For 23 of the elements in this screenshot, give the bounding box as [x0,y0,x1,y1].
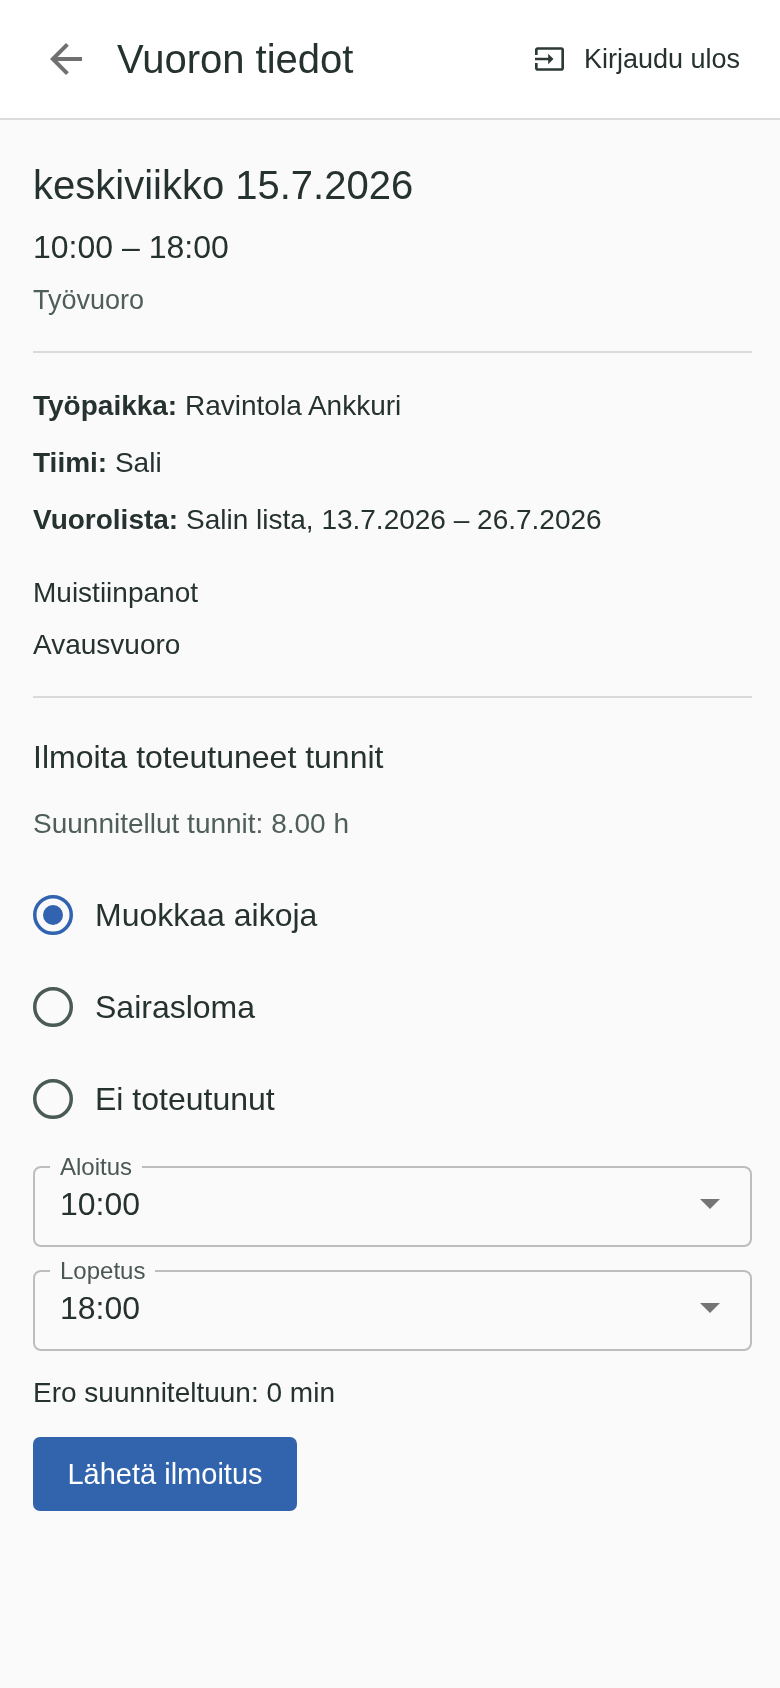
dropdown-caret-icon [700,1303,720,1313]
logout-button[interactable]: Kirjaudu ulos [534,43,740,75]
section-heading: Ilmoita toteutuneet tunnit [33,738,385,777]
radio-option[interactable]: Muokkaa aikoja [33,892,318,938]
shift-time: 10:00 – 18:00 [33,228,230,267]
radio-option[interactable]: Ei toteutunut [33,1076,275,1122]
radio-option[interactable]: Sairasloma [33,984,256,1030]
shift-date: keskiviikko 15.7.2026 [33,162,415,209]
back-arrow-icon[interactable] [50,43,82,75]
shift-type: Työvuoro [33,284,146,317]
page-title: Vuoron tiedot [117,36,355,83]
time-select[interactable]: Aloitus 10:00 [33,1155,752,1247]
detail-text: Tiimi: Sali [33,446,163,480]
time-select[interactable]: Lopetus 18:00 [33,1259,752,1351]
detail-text: Vuorolista: Salin lista, 13.7.2026 – 26.7.2026 [33,503,603,537]
submit-button[interactable]: Lähetä ilmoitus [33,1437,297,1511]
logout-icon [534,47,564,71]
dropdown-caret-icon [700,1199,720,1209]
difference-text: Ero suunniteltuun: 0 min [33,1376,336,1410]
planned-hours: Suunnitellut tunnit: 8.00 h [33,807,350,841]
notes-heading: Muistiinpanot [33,576,199,610]
notes-text: Avausvuoro [33,628,182,662]
detail-text: Työpaikka: Ravintola Ankkuri [33,389,403,423]
